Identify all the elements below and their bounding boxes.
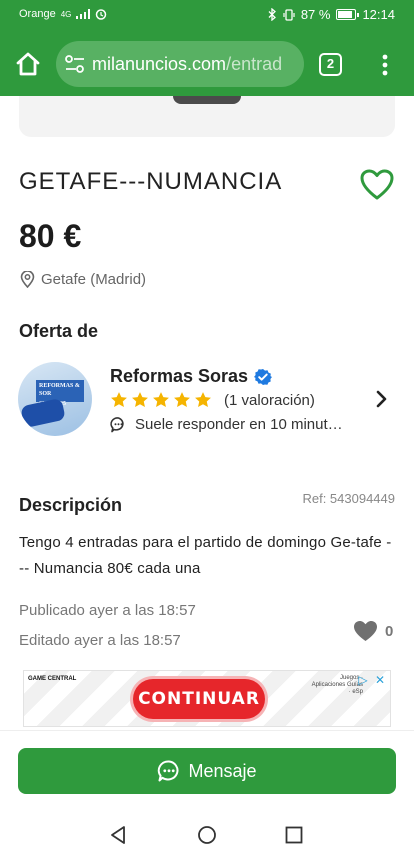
system-nav-bar — [0, 812, 414, 859]
avatar[interactable]: REFORMAS & SOR 698535925 — [18, 362, 92, 436]
ad-logo: GAME CENTRAL — [28, 676, 77, 682]
clock: 12:14 — [362, 7, 395, 22]
heart-filled-icon — [354, 621, 377, 641]
rating-row: (1 valoración) — [110, 391, 315, 409]
ad-continue-button[interactable]: CONTINUAR — [133, 679, 265, 719]
avatar-text-1: REFORMAS & SOR — [39, 383, 80, 397]
listing-location: Getafe (Madrid) — [20, 271, 146, 288]
status-bar: Orange 4G 87 % 12:14 — [0, 0, 414, 32]
listing-price: 80 € — [19, 218, 82, 254]
listing-title: GETAFE---NUMANCIA — [19, 168, 283, 195]
chat-icon — [158, 760, 179, 782]
reference-number: Ref: 543094449 — [302, 491, 395, 506]
vibrate-icon — [283, 8, 295, 21]
ad-banner[interactable]: GAME CENTRAL CONTINUAR Juegos · Aplicaci… — [23, 670, 391, 727]
star-icon — [132, 392, 148, 408]
alarm-icon — [96, 9, 107, 20]
star-icon — [111, 392, 127, 408]
description-heading: Descripción — [19, 495, 123, 515]
home-icon[interactable] — [14, 50, 42, 78]
seller-name[interactable]: Reformas Soras — [110, 366, 273, 387]
likes-count: 0 — [385, 622, 394, 640]
chevron-right-icon[interactable] — [375, 390, 387, 408]
battery-percent: 87 % — [300, 7, 331, 22]
location-text: Getafe (Madrid) — [41, 271, 147, 288]
ad-info-icon[interactable]: ▷ — [356, 674, 370, 687]
rating-count: (1 valoración) — [224, 391, 315, 409]
status-right: 87 % 12:14 — [268, 7, 395, 22]
network-type: 4G — [60, 9, 72, 19]
url-text[interactable]: milanuncios.com/entrad — [92, 54, 282, 75]
offer-heading: Oferta de — [19, 321, 99, 341]
avatar-roller — [20, 397, 66, 429]
image-gallery[interactable] — [19, 96, 395, 137]
tab-switcher-button[interactable]: 2 — [319, 53, 342, 76]
browser-toolbar: milanuncios.com/entrad 2 — [0, 32, 414, 96]
ad-close-icon[interactable]: ✕ — [373, 674, 387, 687]
bluetooth-icon — [268, 8, 276, 21]
response-time: Suele responder en 10 minut… — [110, 416, 343, 433]
nav-home-icon[interactable] — [197, 825, 217, 845]
divider — [0, 730, 414, 731]
status-left: Orange 4G — [19, 8, 107, 20]
url-path: /entrad — [226, 54, 283, 74]
message-button-label: Mensaje — [188, 760, 257, 781]
avatar-banner: REFORMAS & SOR 698535925 — [36, 380, 84, 407]
tune-icon[interactable] — [65, 55, 85, 73]
carrier-label: Orange — [19, 8, 56, 20]
url-domain: milanuncios.com — [92, 54, 227, 74]
address-bar[interactable]: milanuncios.com/entrad — [56, 41, 304, 87]
ad-side-text: Juegos · Aplicaciones Guías · eSp — [311, 675, 363, 695]
star-icon — [153, 392, 169, 408]
ad-choices[interactable]: ▷ ✕ — [356, 674, 387, 687]
verified-icon — [254, 368, 273, 385]
gallery-indicator — [173, 96, 241, 104]
signal-icon — [76, 9, 91, 19]
overflow-menu-icon[interactable] — [377, 52, 393, 78]
nav-back-icon[interactable] — [108, 825, 128, 845]
heart-outline-icon[interactable] — [359, 168, 395, 202]
nav-recent-icon[interactable] — [285, 826, 303, 844]
response-text: Suele responder en 10 minut… — [135, 416, 343, 433]
battery-icon — [336, 9, 360, 20]
seller-name-text: Reformas Soras — [110, 366, 249, 386]
published-date: Publicado ayer a las 18:57 — [19, 602, 196, 619]
chat-bubble-icon — [110, 417, 124, 433]
message-button[interactable]: Mensaje — [18, 748, 396, 794]
description-text: Tengo 4 entradas para el partido de domi… — [19, 534, 392, 577]
likes-counter[interactable]: 0 — [353, 620, 393, 642]
edited-date: Editado ayer a las 18:57 — [19, 632, 181, 649]
star-icon — [174, 392, 190, 408]
location-pin-icon — [20, 271, 35, 288]
star-icon — [195, 392, 211, 408]
seller-card[interactable]: REFORMAS & SOR 698535925 Reformas Soras … — [18, 362, 396, 438]
